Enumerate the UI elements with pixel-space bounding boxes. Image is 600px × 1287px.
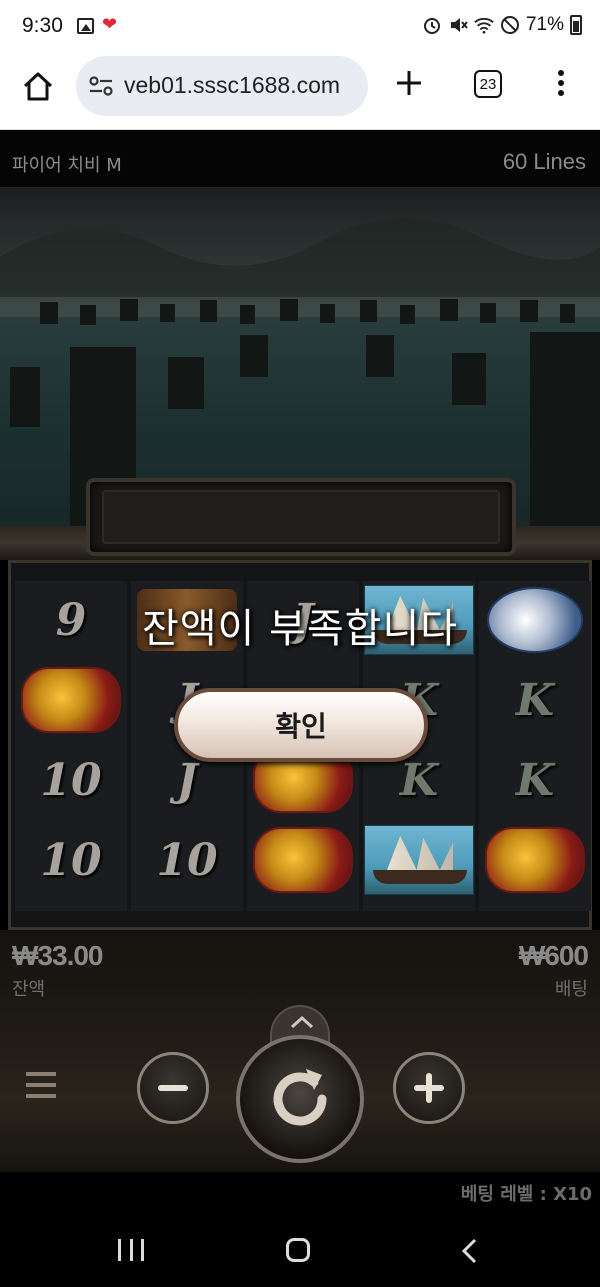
back-icon (461, 1238, 477, 1264)
nav-home-button[interactable] (286, 1238, 310, 1262)
bet-value: ₩600 (518, 940, 589, 971)
game-scene-background (0, 187, 600, 527)
lion-symbol (21, 667, 121, 733)
insufficient-balance-message: 잔액이 부족합니다 (141, 606, 459, 652)
plus-icon (414, 1073, 444, 1103)
fleet-illustration (0, 218, 600, 527)
symbol-label: 10 (40, 834, 102, 886)
lion-symbol (253, 827, 353, 893)
reel-symbol: K (479, 661, 591, 739)
plus-icon (397, 71, 421, 95)
reel-symbol (247, 821, 359, 899)
recent-apps-button[interactable] (118, 1239, 144, 1261)
back-button[interactable] (460, 1238, 480, 1264)
address-bar[interactable]: veb01.sssc1688.com (76, 56, 368, 116)
dnd-icon (500, 15, 520, 35)
game-menu-button[interactable] (26, 1072, 56, 1102)
reel-symbol: K (479, 741, 591, 819)
reel-symbol (15, 661, 127, 739)
reel-symbol (363, 821, 475, 899)
home-button[interactable] (20, 69, 56, 105)
confirm-button[interactable]: 확인 (174, 688, 428, 762)
minus-icon (158, 1085, 188, 1091)
system-nav-bar (0, 1212, 600, 1287)
symbol-label: K (399, 754, 439, 806)
site-settings-icon[interactable] (88, 74, 114, 98)
confirm-label: 확인 (275, 710, 327, 743)
mute-icon (448, 15, 468, 35)
chevron-up-icon (290, 1015, 314, 1029)
alarm-icon (422, 15, 442, 35)
new-tab-button[interactable] (394, 68, 424, 98)
game-title: 파이어 치비 M (12, 155, 122, 176)
browser-toolbar: veb01.sssc1688.com 23 (0, 52, 600, 130)
heart-icon: ❤ (102, 14, 118, 35)
browser-menu-button[interactable] (555, 70, 567, 100)
balance-label: 잔액 (12, 979, 46, 1000)
bet-level-label: 베팅 레벨 : X10 (460, 1184, 592, 1205)
message-banner (86, 478, 516, 556)
reel-symbol: 10 (15, 821, 127, 899)
game-header: 파이어 치비 M 60 Lines (0, 131, 600, 187)
spin-button[interactable] (236, 1035, 364, 1163)
lines-label: 60 Lines (502, 149, 586, 174)
battery-icon (570, 15, 582, 35)
url-text[interactable]: veb01.sssc1688.com (124, 72, 362, 99)
home-icon (23, 72, 53, 101)
reel-symbol (479, 821, 591, 899)
image-icon (77, 18, 94, 34)
status-bar: 9:30 ❤ 71% (0, 0, 600, 52)
balance-value: ₩33.00 (12, 940, 103, 971)
ship-symbol (364, 825, 474, 895)
wifi-icon (474, 15, 494, 35)
battery-percent: 71% (525, 14, 564, 35)
symbol-label: 10 (40, 754, 102, 806)
decrease-bet-button[interactable] (137, 1052, 209, 1124)
symbol-label: K (515, 754, 555, 806)
tab-switcher-button[interactable]: 23 (474, 70, 502, 98)
reel-symbol: 10 (131, 821, 243, 899)
reel-symbol: 10 (15, 741, 127, 819)
spin-control (236, 1005, 364, 1165)
lion-symbol (485, 827, 585, 893)
symbol-label: J (176, 754, 198, 806)
increase-bet-button[interactable] (393, 1052, 465, 1124)
status-icons: 71% (422, 14, 582, 36)
bet-label: 배팅 (554, 979, 588, 1000)
symbol-label: 10 (156, 834, 218, 886)
refresh-icon (273, 1069, 327, 1126)
status-time: 9:30 (22, 14, 63, 37)
symbol-label: K (515, 674, 555, 726)
